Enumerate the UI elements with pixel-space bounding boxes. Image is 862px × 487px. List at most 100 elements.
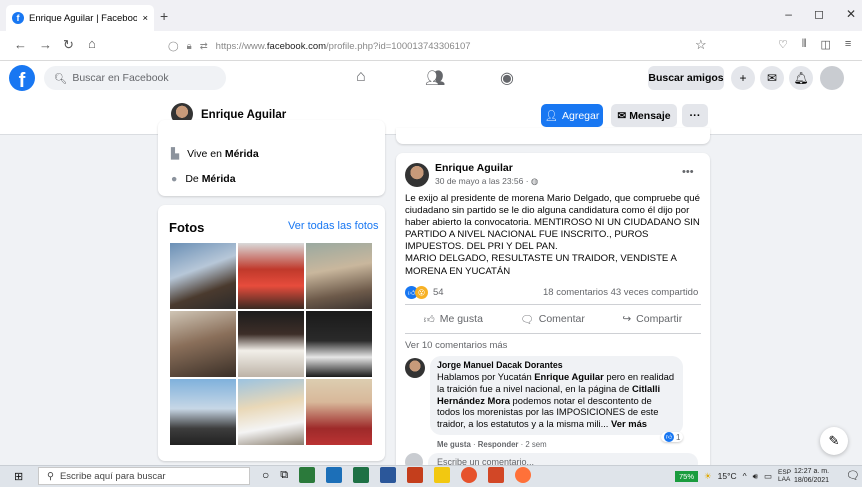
wow-reaction-icon: 😮︎ (415, 286, 428, 299)
photo-thumbnail[interactable] (306, 379, 372, 445)
bookmark-star-icon[interactable]: ☆ (695, 37, 707, 53)
tab-close-icon[interactable]: × (142, 13, 148, 24)
messenger-small-icon: ✉ (617, 109, 627, 122)
post-author-avatar[interactable] (405, 163, 429, 187)
photo-thumbnail[interactable] (238, 379, 304, 445)
photo-thumbnail[interactable] (170, 311, 236, 377)
photo-thumbnail[interactable] (238, 311, 304, 377)
comment-reply-link[interactable]: Responder (478, 440, 519, 449)
post-author[interactable]: Enrique Aguilar (435, 162, 513, 174)
shield-icon: ◯ (168, 41, 179, 52)
edit-icon[interactable]: ✎ (820, 427, 848, 455)
message-button[interactable]: ✉ Mensaje (611, 104, 677, 127)
photo-thumbnail[interactable] (306, 311, 372, 377)
lock-icon: 🔒︎ (186, 41, 192, 52)
from-city-link[interactable]: Mérida (202, 173, 236, 185)
language-indicator[interactable]: ESP LAA (778, 469, 791, 483)
find-friends-button[interactable]: Buscar amigos (648, 66, 724, 90)
location-pin-icon: ● (171, 173, 178, 185)
powerpoint-icon[interactable] (488, 467, 505, 483)
facebook-favicon-icon: f (12, 12, 24, 24)
window-controls: – ◻ ✕ (785, 7, 856, 21)
acrobat-icon[interactable] (407, 467, 424, 483)
reload-icon[interactable]: ↻ (63, 37, 74, 53)
photo-thumbnail[interactable] (170, 243, 236, 309)
close-window-icon[interactable]: ✕ (846, 7, 856, 21)
library-icon[interactable]: ⫴ (802, 38, 807, 51)
tray-chevron-icon[interactable]: ^ (743, 471, 747, 481)
shares-count[interactable]: 43 veces compartido (611, 287, 699, 298)
divider (405, 304, 701, 305)
new-tab-button[interactable]: + (160, 8, 168, 24)
back-icon[interactable]: ← (14, 37, 27, 52)
create-button[interactable]: + (731, 66, 755, 90)
see-more-link[interactable]: Ver más (611, 418, 647, 429)
like-button[interactable]: 👍︎ Me gusta (424, 313, 483, 326)
task-view-icon[interactable]: ⧉ (280, 469, 288, 482)
network-icon[interactable]: ▭ (764, 471, 772, 482)
facebook-logo-icon[interactable]: f (9, 65, 35, 91)
chrome-icon[interactable] (461, 467, 478, 483)
app-icon[interactable] (299, 467, 316, 483)
browser-tab[interactable]: f Enrique Aguilar | Facebook × (6, 5, 154, 31)
photo-thumbnail[interactable] (306, 243, 372, 309)
home-browser-icon[interactable]: ⌂ (88, 36, 96, 51)
taskbar-apps: ○ ⧉ (262, 467, 532, 483)
divider (405, 333, 701, 334)
permissions-icon: ⇄ (199, 41, 208, 52)
comment-like-link[interactable]: Me gusta (437, 440, 471, 449)
app-icon[interactable] (326, 467, 343, 483)
home-icon[interactable]: ⌂ (356, 68, 366, 86)
thumbs-up-icon: 👍︎ (423, 313, 435, 326)
cortana-icon[interactable]: ○ (262, 468, 269, 482)
add-friend-button[interactable]: 👤︎ Agregar (541, 104, 603, 127)
comment-button[interactable]: 🗨︎ Comentar (520, 313, 584, 326)
commenter-name[interactable]: Jorge Manuel Dacak Dorantes (437, 360, 676, 370)
taskbar-search-input[interactable]: ⚲ Escribe aquí para buscar (38, 467, 250, 485)
account-avatar[interactable] (820, 66, 844, 90)
post-reactions[interactable]: 👍︎ 😮︎ 54 (405, 286, 444, 299)
word-icon[interactable] (380, 467, 397, 483)
photo-thumbnail[interactable] (170, 379, 236, 445)
mention-link[interactable]: Enrique Aguilar (534, 371, 603, 382)
photos-title[interactable]: Fotos (169, 220, 204, 235)
file-explorer-icon[interactable] (434, 467, 451, 483)
post-text: Le exijo al presidente de morena Mario D… (405, 193, 703, 278)
comments-count[interactable]: 18 comentarios (543, 287, 608, 298)
volume-icon[interactable]: 🔊︎ (753, 471, 758, 482)
forward-icon[interactable]: → (39, 37, 52, 52)
minimize-icon[interactable]: – (785, 7, 792, 21)
commenter-avatar[interactable] (405, 358, 425, 378)
profile-more-button[interactable]: ··· (682, 104, 708, 127)
comment-like-count[interactable]: 👍︎ 1 (661, 432, 684, 442)
menu-icon[interactable]: ≡ (845, 38, 851, 51)
taskbar-clock[interactable]: 12:27 a. m. 18/06/2021 (794, 467, 829, 485)
sidebar-icon[interactable]: ◫ (821, 38, 831, 51)
maximize-icon[interactable]: ◻ (814, 7, 824, 21)
share-button[interactable]: ↪ Compartir (622, 313, 682, 325)
photo-thumbnail[interactable] (238, 243, 304, 309)
url-bar[interactable]: ◯ 🔒︎ ⇄ https://www.facebook.com/profile.… (168, 35, 718, 58)
facebook-search-input[interactable]: 🔍︎ Buscar en Facebook (44, 66, 226, 90)
excel-icon[interactable] (353, 467, 370, 483)
post-stats[interactable]: 18 comentarios 43 veces compartido (543, 287, 698, 298)
pocket-icon[interactable]: ♡ (778, 38, 788, 51)
lives-city-link[interactable]: Mérida (225, 148, 259, 160)
bell-icon[interactable]: 🔔︎ (789, 66, 813, 90)
temperature[interactable]: 15°C (718, 471, 737, 481)
groups-icon[interactable]: ◉ (500, 68, 514, 88)
see-all-photos-link[interactable]: Ver todas las fotos (288, 220, 379, 232)
public-globe-icon: ◍ (530, 176, 539, 186)
windows-icon[interactable]: ⊞ (14, 470, 23, 483)
friends-icon[interactable]: 👥︎ (425, 68, 445, 88)
post-options-button[interactable]: ••• (682, 166, 694, 178)
weather-icon: ☀ (704, 470, 712, 481)
battery-meter[interactable]: 75% (675, 470, 699, 482)
notification-icon[interactable]: 🗨︎ (846, 469, 860, 482)
post-paragraph: Le exijo al presidente de morena Mario D… (405, 193, 700, 253)
firefox-icon[interactable] (515, 467, 532, 483)
comment-icon: 🗨︎ (520, 313, 534, 326)
post-date[interactable]: 30 de mayo a las 23:56 · ◍ (435, 176, 538, 187)
view-more-comments-link[interactable]: Ver 10 comentarios más (405, 340, 507, 351)
messenger-icon[interactable]: ✉ (760, 66, 784, 90)
